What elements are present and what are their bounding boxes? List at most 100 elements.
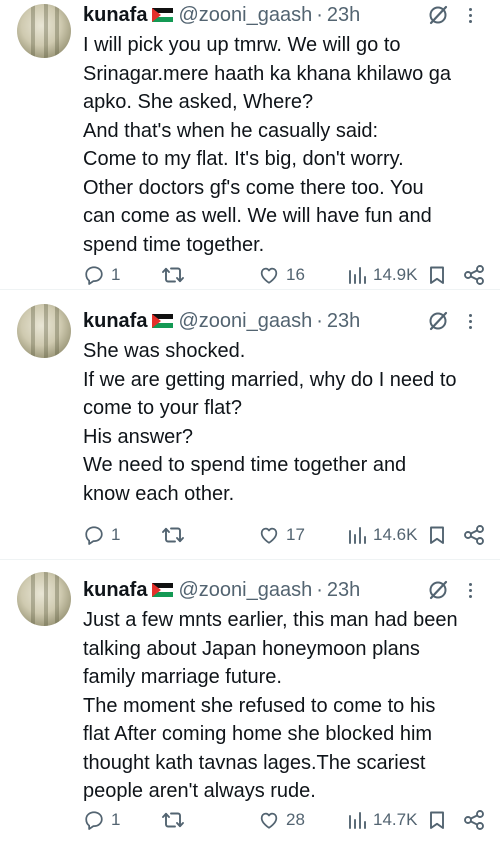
tweet-text: She was shocked. If we are getting marrie… xyxy=(83,337,488,508)
bookmark-button[interactable] xyxy=(427,262,447,288)
timestamp[interactable]: 23h xyxy=(327,0,360,30)
retweet-button[interactable] xyxy=(161,522,191,548)
tweet-text: I will pick you up tmrw. We will go to Sr… xyxy=(83,31,488,259)
tweet-text-line: His answer? xyxy=(83,425,194,448)
bookmark-icon xyxy=(430,526,444,544)
like-button[interactable]: 17 xyxy=(258,522,305,548)
bookmark-icon xyxy=(430,266,444,284)
tweet-text-line: thought kath tavnas lages.The scariest xyxy=(83,751,426,774)
tweet-text-line: people aren't always rude. xyxy=(83,780,316,802)
tweet[interactable]: kunafa @zooni_gaash · 23h I will pick yo… xyxy=(0,0,500,290)
retweet-icon xyxy=(162,527,184,543)
author-handle[interactable]: @zooni_gaash xyxy=(178,575,312,605)
tweet-text-line: We need to spend time together and xyxy=(83,454,407,476)
avatar[interactable] xyxy=(17,304,71,358)
author-name[interactable]: kunafa xyxy=(83,306,147,336)
tweet-header: kunafa @zooni_gaash · 23h xyxy=(83,306,488,336)
like-button[interactable]: 16 xyxy=(258,262,305,288)
action-bar: 1 16 14.9K xyxy=(83,262,488,288)
retweet-button[interactable] xyxy=(161,807,191,833)
bookmark-button[interactable] xyxy=(427,807,447,833)
reply-count: 1 xyxy=(111,265,121,284)
reply-button[interactable]: 1 xyxy=(83,262,120,288)
reply-count: 1 xyxy=(111,810,121,829)
tweet-thread: kunafa @zooni_gaash · 23h I will pick yo… xyxy=(0,0,500,855)
like-count: 16 xyxy=(286,265,305,284)
retweet-icon xyxy=(162,267,184,283)
timestamp[interactable]: 23h xyxy=(327,575,360,605)
tweet-text-line: Other doctors gf's come there too. You xyxy=(83,176,424,199)
reply-count: 1 xyxy=(111,525,121,544)
action-bar: 1 28 14.7K xyxy=(83,807,488,833)
views-button[interactable]: 14.9K xyxy=(347,262,417,288)
views-button[interactable]: 14.6K xyxy=(347,522,417,548)
tweet-text-line: apko. She asked, Where? xyxy=(83,91,314,113)
reply-icon xyxy=(85,526,103,545)
reply-button[interactable]: 1 xyxy=(83,807,120,833)
like-count: 28 xyxy=(286,810,305,829)
tweet-text-line: know each other. xyxy=(83,482,235,505)
tweet-text-line: spend time together. xyxy=(83,233,265,256)
tweet-content: kunafa @zooni_gaash · 23h She was shocke… xyxy=(83,290,488,545)
avatar[interactable] xyxy=(17,4,71,58)
separator-dot: · xyxy=(316,579,323,601)
reply-button[interactable]: 1 xyxy=(83,522,120,548)
views-icon xyxy=(349,527,366,544)
tweet-text-line: family marriage future. xyxy=(83,666,282,688)
views-icon xyxy=(349,267,366,284)
heart-icon xyxy=(260,527,278,544)
tweet-text-line: Come to my flat. It's big, don't worry. xyxy=(83,148,404,170)
like-count: 17 xyxy=(286,525,305,544)
views-icon xyxy=(349,812,366,829)
author-handle[interactable]: @zooni_gaash xyxy=(178,0,312,30)
share-icon xyxy=(464,810,484,830)
tweet-text: Just a few mnts earlier, this man had be… xyxy=(83,606,488,806)
tweet-text-line: She was shocked. xyxy=(83,340,246,362)
like-button[interactable]: 28 xyxy=(258,807,305,833)
separator-dot: · xyxy=(316,4,323,26)
tweet-header: kunafa @zooni_gaash · 23h xyxy=(83,575,488,605)
timestamp[interactable]: 23h xyxy=(327,306,360,336)
tweet-text-line: can come as well. We will have fun and xyxy=(83,205,432,227)
tweet-text-line: flat After coming home she blocked him xyxy=(83,723,433,745)
share-icon xyxy=(464,525,484,545)
retweet-button[interactable] xyxy=(161,262,191,288)
more-icon[interactable] xyxy=(462,578,478,602)
heart-icon xyxy=(260,812,278,829)
tweet[interactable]: kunafa @zooni_gaash · 23h Just a few mnt… xyxy=(0,560,500,855)
author-name[interactable]: kunafa xyxy=(83,575,147,605)
view-count: 14.6K xyxy=(373,525,418,544)
views-button[interactable]: 14.7K xyxy=(347,807,417,833)
tweet-text-line: I will pick you up tmrw. We will go to xyxy=(83,34,401,56)
grok-icon[interactable] xyxy=(426,3,450,27)
tweet-text-line: The moment she refused to come to his xyxy=(83,694,436,717)
more-icon[interactable] xyxy=(462,3,478,27)
tweet-text-line: Srinagar.mere haath ka khana khilawo ga xyxy=(83,62,452,85)
heart-icon xyxy=(260,267,278,284)
reply-icon xyxy=(85,266,103,285)
share-button[interactable] xyxy=(462,262,486,288)
bookmark-button[interactable] xyxy=(427,522,447,548)
share-button[interactable] xyxy=(462,522,486,548)
grok-icon[interactable] xyxy=(426,309,450,333)
share-icon xyxy=(464,265,484,285)
share-button[interactable] xyxy=(462,807,486,833)
tweet-header: kunafa @zooni_gaash · 23h xyxy=(83,0,488,30)
tweet-text-line: talking about Japan honeymoon plans xyxy=(83,637,420,660)
palestine-flag-icon xyxy=(152,583,174,597)
tweet-content: kunafa @zooni_gaash · 23h Just a few mnt… xyxy=(83,560,488,830)
author-name[interactable]: kunafa xyxy=(83,0,147,30)
more-icon[interactable] xyxy=(462,309,478,333)
tweet-text-line: And that's when he casually said: xyxy=(83,119,379,142)
separator-dot: · xyxy=(316,310,323,332)
author-handle[interactable]: @zooni_gaash xyxy=(178,306,312,336)
action-bar: 1 17 14.6K xyxy=(83,522,488,548)
grok-icon[interactable] xyxy=(426,578,450,602)
tweet-text-line: come to your flat? xyxy=(83,397,242,419)
reply-icon xyxy=(85,811,103,830)
tweet[interactable]: kunafa @zooni_gaash · 23h She was shocke… xyxy=(0,290,500,560)
avatar[interactable] xyxy=(17,572,71,626)
view-count: 14.9K xyxy=(373,265,418,284)
view-count: 14.7K xyxy=(373,810,418,829)
tweet-text-line: If we are getting married, why do I need… xyxy=(83,368,457,391)
